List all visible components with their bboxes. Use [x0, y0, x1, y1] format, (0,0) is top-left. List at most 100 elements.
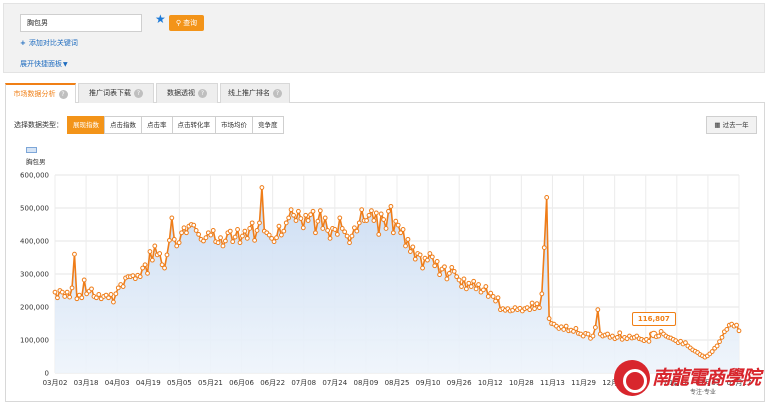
data-point[interactable]: [310, 208, 316, 214]
data-point[interactable]: [120, 284, 126, 289]
data-point[interactable]: [393, 218, 399, 224]
data-point[interactable]: [617, 330, 623, 336]
data-point[interactable]: [210, 228, 216, 233]
data-point[interactable]: [656, 333, 662, 339]
data-point[interactable]: [59, 289, 65, 295]
data-point[interactable]: [437, 272, 443, 278]
data-point[interactable]: [412, 256, 418, 262]
data-point[interactable]: [149, 257, 155, 263]
data-point[interactable]: [300, 225, 306, 231]
data-point[interactable]: [539, 291, 545, 297]
data-point[interactable]: [283, 220, 289, 226]
data-point[interactable]: [278, 232, 284, 238]
data-point[interactable]: [242, 228, 248, 234]
data-point[interactable]: [191, 222, 197, 228]
data-point[interactable]: [595, 307, 601, 313]
data-point[interactable]: [55, 295, 60, 301]
data-point[interactable]: [717, 339, 722, 345]
data-point[interactable]: [147, 249, 153, 254]
data-point[interactable]: [184, 230, 189, 236]
data-point[interactable]: [142, 262, 148, 268]
data-point[interactable]: [646, 338, 652, 344]
data-point[interactable]: [366, 212, 372, 218]
data-point[interactable]: [67, 294, 72, 300]
data-point[interactable]: [390, 230, 396, 236]
data-point[interactable]: [563, 323, 569, 329]
data-point[interactable]: [215, 240, 221, 246]
data-point[interactable]: [257, 220, 262, 226]
data-point[interactable]: [220, 243, 226, 249]
data-point[interactable]: [303, 212, 309, 218]
data-point[interactable]: [164, 252, 170, 258]
data-point[interactable]: [378, 211, 384, 217]
data-point[interactable]: [344, 233, 350, 239]
data-point[interactable]: [736, 328, 742, 334]
data-point[interactable]: [181, 225, 187, 231]
data-point[interactable]: [227, 228, 233, 234]
data-point[interactable]: [483, 284, 489, 289]
data-point[interactable]: [383, 226, 389, 231]
data-point[interactable]: [407, 249, 413, 254]
data-point[interactable]: [544, 195, 550, 200]
data-point[interactable]: [317, 208, 323, 214]
data-point[interactable]: [72, 251, 77, 257]
data-point[interactable]: [529, 300, 535, 306]
data-point[interactable]: [349, 233, 355, 239]
data-point[interactable]: [495, 295, 501, 301]
data-point[interactable]: [444, 276, 450, 282]
data-point[interactable]: [81, 277, 87, 283]
data-point[interactable]: [534, 301, 540, 307]
data-point[interactable]: [313, 230, 318, 236]
data-point[interactable]: [293, 218, 299, 223]
data-point[interactable]: [322, 215, 328, 221]
data-point[interactable]: [734, 322, 739, 328]
data-point[interactable]: [113, 291, 119, 297]
data-point[interactable]: [291, 212, 296, 218]
data-point[interactable]: [425, 257, 430, 263]
data-point[interactable]: [371, 218, 377, 223]
data-point[interactable]: [320, 226, 326, 231]
data-point[interactable]: [468, 284, 474, 289]
data-point[interactable]: [449, 265, 455, 270]
data-point[interactable]: [442, 264, 447, 270]
data-point[interactable]: [64, 289, 70, 295]
data-point[interactable]: [325, 228, 331, 233]
data-point[interactable]: [400, 227, 406, 232]
data-point[interactable]: [614, 334, 620, 340]
data-point[interactable]: [541, 245, 547, 251]
data-point[interactable]: [247, 226, 253, 231]
data-point[interactable]: [249, 220, 255, 226]
data-point[interactable]: [573, 326, 579, 331]
data-point[interactable]: [52, 289, 58, 295]
data-point[interactable]: [276, 223, 282, 229]
data-point[interactable]: [89, 286, 94, 292]
data-point[interactable]: [490, 294, 496, 299]
data-point[interactable]: [298, 216, 304, 221]
data-point[interactable]: [376, 232, 382, 237]
data-point[interactable]: [459, 284, 464, 289]
data-point[interactable]: [235, 227, 240, 232]
data-point[interactable]: [403, 243, 408, 249]
data-point[interactable]: [259, 185, 265, 190]
data-point[interactable]: [74, 296, 80, 302]
data-point[interactable]: [252, 237, 258, 243]
data-point[interactable]: [388, 203, 394, 209]
data-point[interactable]: [327, 235, 333, 241]
data-point[interactable]: [157, 251, 163, 256]
data-point[interactable]: [111, 299, 116, 305]
data-point[interactable]: [714, 343, 720, 349]
data-point[interactable]: [434, 259, 440, 264]
data-point[interactable]: [271, 239, 277, 245]
data-point[interactable]: [240, 233, 245, 239]
data-point[interactable]: [305, 218, 311, 223]
data-point[interactable]: [471, 278, 477, 284]
data-point[interactable]: [395, 222, 401, 228]
data-point[interactable]: [218, 235, 223, 241]
data-point[interactable]: [432, 263, 438, 269]
data-point[interactable]: [237, 240, 243, 246]
data-point[interactable]: [79, 295, 85, 301]
data-point[interactable]: [108, 292, 114, 297]
data-point[interactable]: [463, 286, 469, 292]
data-point[interactable]: [196, 232, 202, 237]
data-point[interactable]: [169, 215, 175, 221]
